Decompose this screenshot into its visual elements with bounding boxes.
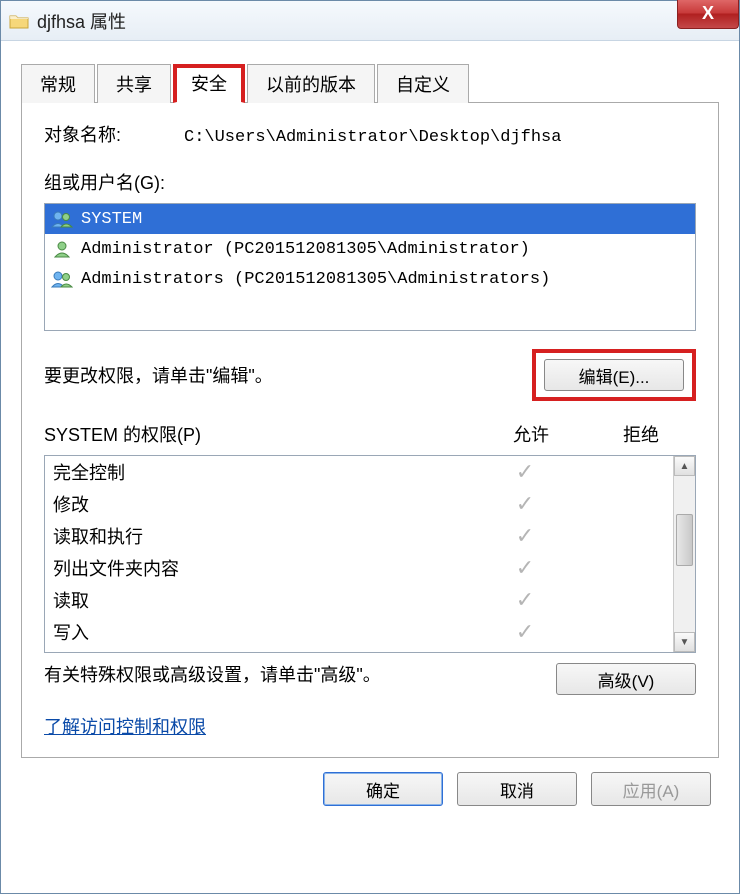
list-item[interactable]: Administrator (PC201512081305\Administra… [45, 234, 695, 264]
tab-custom[interactable]: 自定义 [377, 64, 469, 103]
check-icon [475, 587, 575, 613]
tab-general[interactable]: 常规 [21, 64, 95, 103]
scroll-thumb[interactable] [676, 514, 693, 566]
dialog-buttons: 确定 取消 应用(A) [21, 758, 719, 806]
list-item-label: SYSTEM [81, 210, 142, 229]
folder-icon [9, 13, 29, 29]
edit-hint: 要更改权限，请单击"编辑"。 [44, 362, 273, 388]
perm-header-name: SYSTEM 的权限(P) [44, 421, 476, 447]
permission-row: 读取 [45, 584, 673, 616]
advanced-hint: 有关特殊权限或高级设置，请单击"高级"。 [44, 663, 381, 688]
perm-header-allow: 允许 [476, 421, 586, 447]
permission-row: 完全控制 [45, 456, 673, 488]
groups-listbox[interactable]: SYSTEM Administrator (PC201512081305\Adm… [44, 203, 696, 331]
tab-sharing[interactable]: 共享 [97, 64, 171, 103]
advanced-button[interactable]: 高级(V) [556, 663, 696, 695]
permission-name: 列出文件夹内容 [53, 555, 475, 581]
list-item[interactable]: Administrators (PC201512081305\Administr… [45, 264, 695, 294]
titlebar[interactable]: djfhsa 属性 X [1, 1, 739, 41]
check-icon [475, 491, 575, 517]
permissions-content[interactable]: 完全控制 修改 读取和执行 列出文件夹内 [45, 456, 673, 652]
perm-header-deny: 拒绝 [586, 421, 696, 447]
list-item-label: Administrators (PC201512081305\Administr… [81, 270, 550, 289]
scroll-up-icon[interactable]: ▲ [674, 456, 695, 476]
permission-row: 写入 [45, 616, 673, 648]
permission-row: 读取和执行 [45, 520, 673, 552]
check-icon [475, 555, 575, 581]
scroll-down-icon[interactable]: ▼ [674, 632, 695, 652]
permission-row: 列出文件夹内容 [45, 552, 673, 584]
permission-name: 完全控制 [53, 459, 475, 485]
object-name-row: 对象名称: C:\Users\Administrator\Desktop\djf… [44, 121, 696, 147]
tab-strip: 常规 共享 安全 以前的版本 自定义 [21, 63, 719, 102]
group-icon [51, 270, 73, 288]
check-icon [475, 619, 575, 645]
properties-dialog: djfhsa 属性 X 常规 共享 安全 以前的版本 自定义 对象名称: C:\… [0, 0, 740, 894]
scroll-track[interactable] [674, 476, 695, 632]
edit-row: 要更改权限，请单击"编辑"。 编辑(E)... [44, 349, 696, 401]
tab-security[interactable]: 安全 [173, 64, 245, 103]
help-link[interactable]: 了解访问控制和权限 [44, 713, 206, 739]
list-item-label: Administrator (PC201512081305\Administra… [81, 240, 530, 259]
permission-name: 读取 [53, 587, 475, 613]
dialog-body: 常规 共享 安全 以前的版本 自定义 对象名称: C:\Users\Admini… [1, 41, 739, 818]
permissions-listbox: 完全控制 修改 读取和执行 列出文件夹内 [44, 455, 696, 653]
object-path: C:\Users\Administrator\Desktop\djfhsa [184, 128, 561, 147]
groups-label: 组或用户名(G): [44, 169, 696, 195]
permission-name: 写入 [53, 619, 475, 645]
tab-previous-versions[interactable]: 以前的版本 [247, 64, 375, 103]
permission-row: 修改 [45, 488, 673, 520]
check-icon [475, 523, 575, 549]
permissions-header: SYSTEM 的权限(P) 允许 拒绝 [44, 421, 696, 447]
close-icon: X [702, 3, 714, 24]
object-name-label: 对象名称: [44, 121, 184, 147]
cancel-button[interactable]: 取消 [457, 772, 577, 806]
group-icon [51, 210, 73, 228]
apply-button[interactable]: 应用(A) [591, 772, 711, 806]
close-button[interactable]: X [677, 0, 739, 29]
list-item[interactable]: SYSTEM [45, 204, 695, 234]
scrollbar[interactable]: ▲ ▼ [673, 456, 695, 652]
edit-highlight: 编辑(E)... [532, 349, 696, 401]
permission-name: 读取和执行 [53, 523, 475, 549]
window-title: djfhsa 属性 [37, 8, 126, 34]
ok-button[interactable]: 确定 [323, 772, 443, 806]
user-icon [51, 240, 73, 258]
permission-name: 修改 [53, 491, 475, 517]
check-icon [475, 459, 575, 485]
advanced-row: 有关特殊权限或高级设置，请单击"高级"。 高级(V) [44, 663, 696, 695]
edit-button[interactable]: 编辑(E)... [544, 359, 684, 391]
security-panel: 对象名称: C:\Users\Administrator\Desktop\djf… [21, 102, 719, 758]
